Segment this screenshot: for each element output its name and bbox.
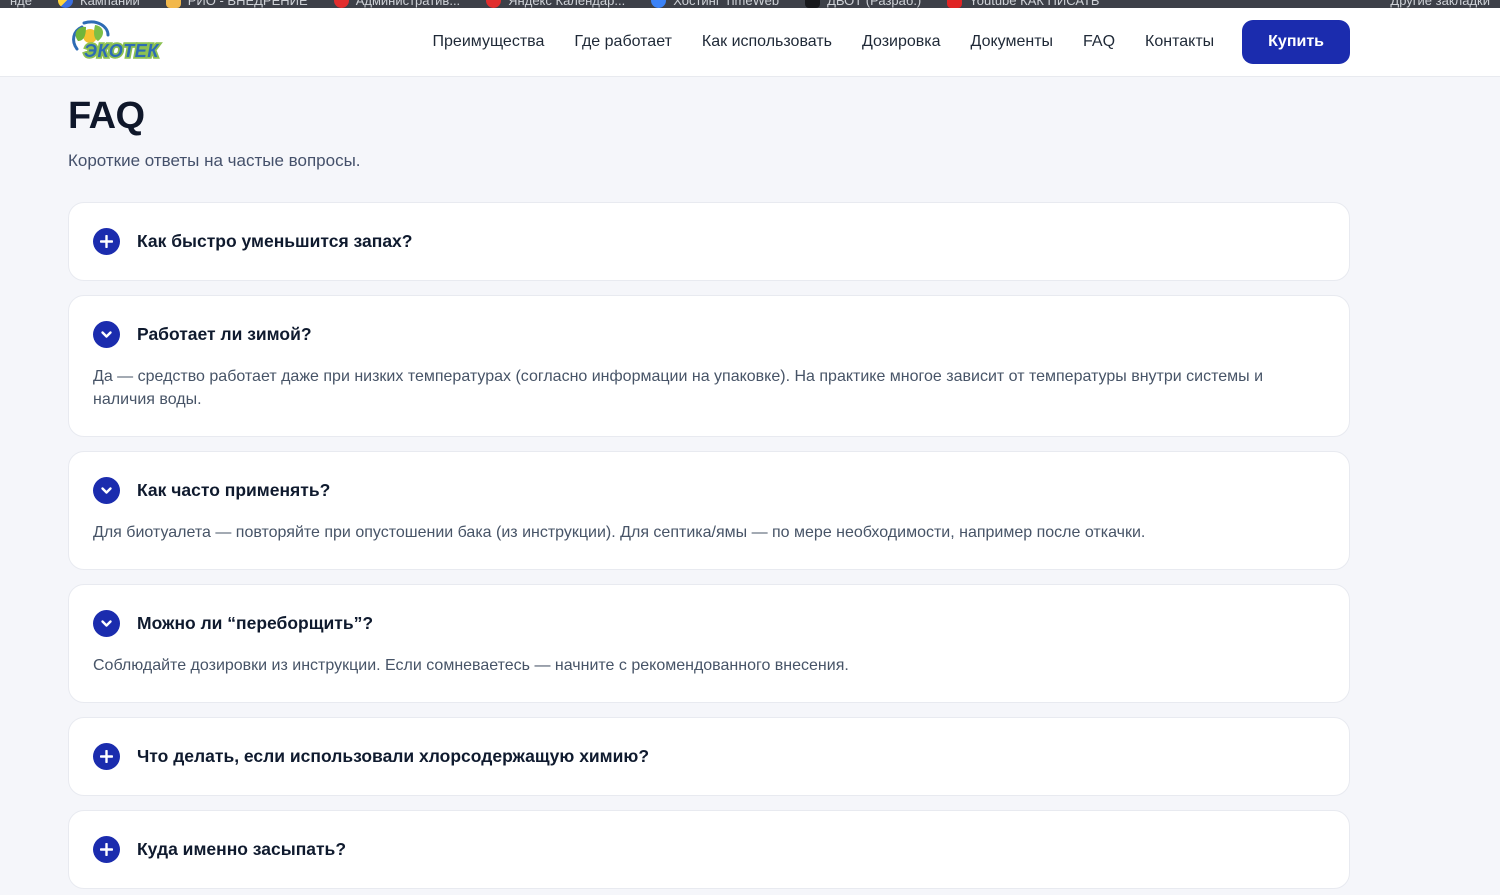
other-bookmarks-button[interactable]: Другие закладки (1390, 0, 1490, 8)
faq-toggle[interactable]: Как часто применять? (93, 477, 1325, 504)
nav-item-где-работает[interactable]: Где работает (574, 33, 672, 51)
chevron-down-icon (93, 610, 120, 637)
bookmark-label: Яндекс Календар... (508, 0, 625, 8)
page-title: FAQ (68, 95, 1350, 138)
buy-button[interactable]: Купить (1242, 20, 1350, 64)
faq-card: Куда именно засыпать? (68, 810, 1350, 889)
bookmark-item[interactable]: Кампании (58, 0, 140, 8)
folder-icon (166, 0, 181, 8)
faq-answer: Да — средство работает даже при низких т… (93, 365, 1325, 411)
plus-icon (93, 743, 120, 770)
faq-question: Куда именно засыпать? (137, 839, 346, 860)
bookmark-item[interactable]: Youtube КАК ПИСАТЬ (947, 0, 1099, 8)
faq-toggle[interactable]: Можно ли “переборщить”? (93, 610, 1325, 637)
bookmark-item[interactable]: Административ... (334, 0, 460, 8)
faq-card: Как быстро уменьшится запах? (68, 202, 1350, 281)
other-bookmarks-label: Другие закладки (1390, 0, 1490, 8)
faq-question: Работает ли зимой? (137, 324, 312, 345)
faq-card: Работает ли зимой? Да — средство работае… (68, 295, 1350, 437)
faq-question: Что делать, если использовали хлорсодерж… (137, 746, 649, 767)
nav-item-преимущества[interactable]: Преимущества (433, 33, 545, 51)
faq-answer: Соблюдайте дозировки из инструкции. Если… (93, 654, 1325, 677)
bookmark-label: ДВОТ (Разраб.) (827, 0, 921, 8)
red-circle-icon (334, 0, 349, 8)
youtube-icon (947, 0, 962, 8)
bookmark-item[interactable]: нде (10, 0, 32, 8)
page-subtitle: Короткие ответы на частые вопросы. (68, 151, 1350, 171)
plus-icon (93, 228, 120, 255)
bookmarks-list: нде Кампании РИО - ВНЕДРЕНИЕ Администрат… (10, 0, 1099, 8)
chevron-down-icon (93, 477, 120, 504)
faq-question: Как часто применять? (137, 480, 330, 501)
faq-section: FAQ Короткие ответы на частые вопросы. К… (68, 77, 1350, 895)
black-square-icon (805, 0, 820, 8)
nav-item-faq[interactable]: FAQ (1083, 33, 1115, 51)
faq-answer: Для биотуалета — повторяйте при опустоше… (93, 521, 1325, 544)
ecotek-logo-graphic: ЭКОТЕК (68, 19, 164, 65)
bookmark-item[interactable]: Хостинг TimeWeb (651, 0, 779, 8)
nav-item-контакты[interactable]: Контакты (1145, 33, 1214, 51)
faq-toggle[interactable]: Что делать, если использовали хлорсодерж… (93, 743, 1325, 770)
bookmark-label: Кампании (80, 0, 140, 8)
faq-card: Можно ли “переборщить”? Соблюдайте дозир… (68, 584, 1350, 703)
red-circle-icon (486, 0, 501, 8)
bookmark-label: Административ... (356, 0, 460, 8)
nav-item-как-использовать[interactable]: Как использовать (702, 33, 832, 51)
bookmark-item[interactable]: Яндекс Календар... (486, 0, 625, 8)
logo[interactable]: ЭКОТЕК (68, 19, 164, 65)
faq-question: Как быстро уменьшится запах? (137, 231, 412, 252)
chevron-down-icon (93, 321, 120, 348)
faq-list: Как быстро уменьшится запах? Работает ли… (68, 202, 1350, 895)
timeweb-icon (651, 0, 666, 8)
plus-icon (93, 836, 120, 863)
bookmark-label: Хостинг TimeWeb (673, 0, 779, 8)
nav-item-дозировка[interactable]: Дозировка (862, 33, 941, 51)
bookmark-label: Youtube КАК ПИСАТЬ (969, 0, 1099, 8)
bookmark-item[interactable]: РИО - ВНЕДРЕНИЕ (166, 0, 308, 8)
faq-toggle[interactable]: Работает ли зимой? (93, 321, 1325, 348)
faq-toggle[interactable]: Как быстро уменьшится запах? (93, 228, 1325, 255)
yandex-campaigns-icon (58, 0, 73, 8)
bookmark-label: нде (10, 0, 32, 8)
faq-card: Как часто применять? Для биотуалета — по… (68, 451, 1350, 570)
bookmark-label: РИО - ВНЕДРЕНИЕ (188, 0, 308, 8)
faq-toggle[interactable]: Куда именно засыпать? (93, 836, 1325, 863)
logo-wordmark: ЭКОТЕК (84, 41, 160, 61)
nav-item-документы[interactable]: Документы (971, 33, 1053, 51)
faq-question: Можно ли “переборщить”? (137, 613, 373, 634)
browser-bookmarks-bar: нде Кампании РИО - ВНЕДРЕНИЕ Администрат… (0, 0, 1500, 8)
site-header: ЭКОТЕК Преимущества Где работает Как исп… (0, 8, 1500, 77)
bookmark-item[interactable]: ДВОТ (Разраб.) (805, 0, 921, 8)
faq-card: Что делать, если использовали хлорсодерж… (68, 717, 1350, 796)
main-nav: Преимущества Где работает Как использова… (433, 33, 1215, 51)
logo-leaf-right (94, 25, 103, 41)
